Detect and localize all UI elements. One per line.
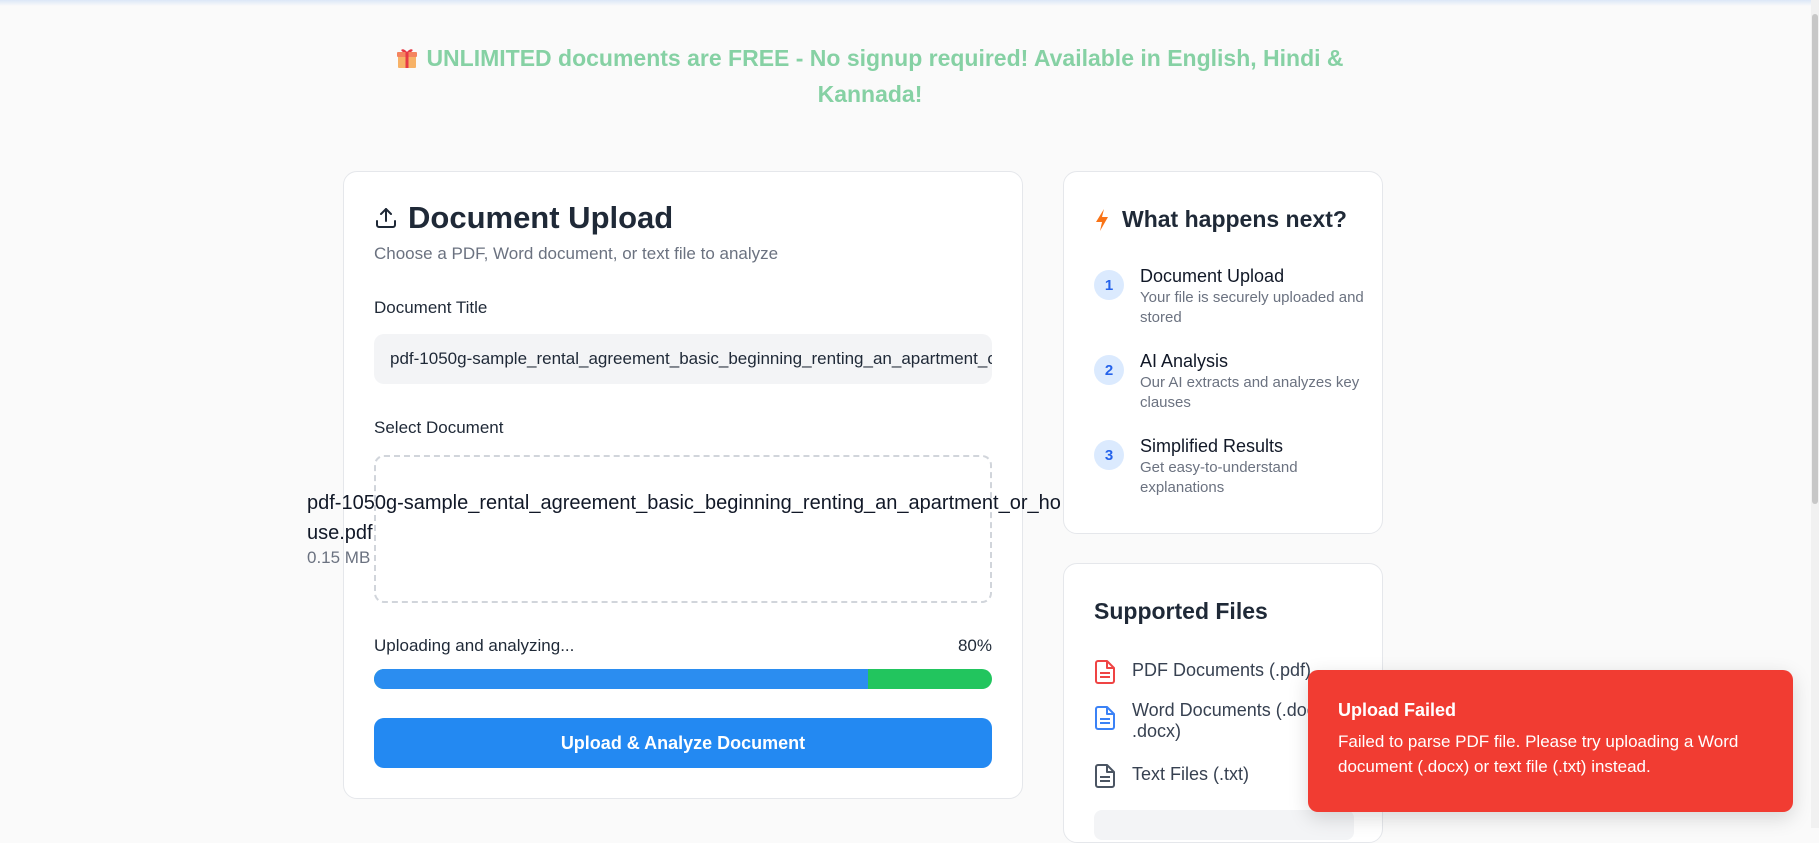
- file-type-label: Text Files (.txt): [1132, 764, 1250, 784]
- step-title: Simplified Results: [1140, 436, 1284, 456]
- document-title-input[interactable]: pdf-1050g-sample_rental_agreement_basic_…: [374, 334, 992, 384]
- step-item: 1 Document Upload Your file is securely …: [1094, 264, 1364, 328]
- file-type-label: PDF Documents (.pdf): [1132, 660, 1312, 680]
- upload-card-header: Document Upload: [374, 200, 673, 236]
- page-scrollbar[interactable]: [1811, 0, 1819, 828]
- next-card-header: What happens next?: [1094, 206, 1347, 233]
- progress-percent: 80%: [957, 636, 992, 655]
- supported-files-note: [1094, 810, 1354, 840]
- step-item: 2 AI Analysis Our AI extracts and analyz…: [1094, 349, 1364, 413]
- pdf-file-icon: [1095, 660, 1115, 684]
- file-type-item: PDF Documents (.pdf): [1094, 660, 1311, 684]
- upload-failed-toast[interactable]: Upload Failed Failed to parse PDF file. …: [1308, 670, 1793, 812]
- step-number: 3: [1094, 440, 1124, 470]
- upload-analyze-button[interactable]: Upload & Analyze Document: [374, 718, 992, 768]
- file-type-label: Word Documents (.doc, .docx): [1132, 700, 1321, 741]
- progress-bar-fill: [374, 669, 869, 689]
- document-title-label: Document Title: [374, 298, 488, 317]
- select-document-label: Select Document: [374, 418, 504, 437]
- supported-files-title: Supported Files: [1094, 598, 1268, 624]
- upload-card-title: Document Upload: [408, 200, 674, 235]
- step-title: Document Upload: [1140, 266, 1285, 286]
- toast-title: Upload Failed: [1338, 700, 1457, 720]
- free-promo-banner: UNLIMITED documents are FREE - No signup…: [370, 40, 1370, 112]
- progress-bar: [374, 669, 992, 689]
- step-title: AI Analysis: [1140, 351, 1229, 371]
- upload-icon: [376, 208, 396, 228]
- promo-text: UNLIMITED documents are FREE - No signup…: [426, 45, 1344, 107]
- progress-label: Uploading and analyzing...: [374, 636, 575, 655]
- selected-file-name: pdf-1050g-sample_rental_agreement_basic_…: [307, 492, 1061, 544]
- file-type-item: Text Files (.txt): [1094, 764, 1249, 788]
- step-number: 2: [1094, 355, 1124, 385]
- scrollbar-thumb[interactable]: [1812, 14, 1818, 504]
- selected-file-size: 0.15 MB: [307, 548, 371, 567]
- word-file-icon: [1095, 706, 1115, 730]
- step-number: 1: [1094, 270, 1124, 300]
- upload-card-subtitle: Choose a PDF, Word document, or text fil…: [374, 244, 779, 263]
- step-description: Your file is securely uploaded and store…: [1140, 289, 1364, 326]
- next-card-title: What happens next?: [1122, 206, 1347, 232]
- lightning-icon: [1096, 208, 1108, 231]
- top-header-shadow: [0, 0, 1819, 6]
- upload-progress-row: Uploading and analyzing... 80%: [374, 636, 992, 656]
- text-file-icon: [1095, 764, 1115, 788]
- gift-icon: [397, 49, 418, 68]
- toast-message: Failed to parse PDF file. Please try upl…: [1338, 732, 1739, 776]
- step-item: 3 Simplified Results Get easy-to-underst…: [1094, 434, 1364, 498]
- document-upload-card: Document Upload Choose a PDF, Word docum…: [343, 171, 1023, 799]
- what-happens-next-card: What happens next? 1 Document Upload You…: [1063, 171, 1383, 534]
- step-description: Our AI extracts and analyzes key clauses: [1140, 374, 1360, 411]
- step-description: Get easy-to-understand explanations: [1140, 459, 1298, 496]
- file-type-item: Word Documents (.doc, .docx): [1094, 700, 1334, 742]
